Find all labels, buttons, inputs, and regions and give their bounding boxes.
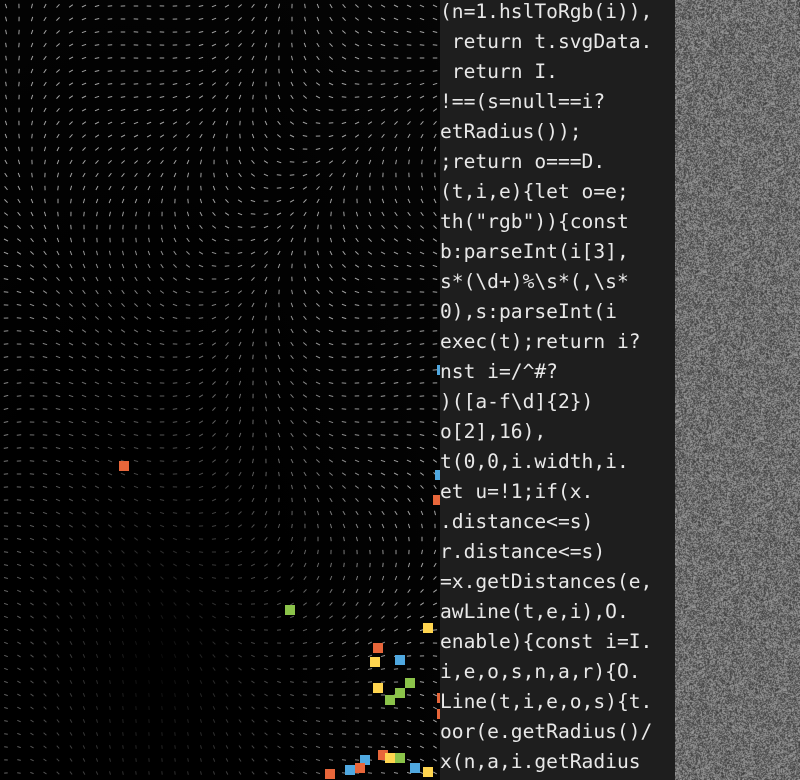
particle: [373, 643, 383, 653]
particle: [405, 678, 415, 688]
code-line: enable){const i=I.: [440, 630, 653, 653]
code-line: =x.getDistances(e,: [440, 570, 653, 593]
particle: [355, 763, 365, 773]
code-line: 0),s:parseInt(i: [440, 300, 617, 323]
code-line: oor(e.getRadius()/: [440, 720, 653, 743]
code-line: x(n,a,i.getRadius: [440, 750, 641, 773]
particle: [119, 461, 129, 471]
particle: [385, 753, 395, 763]
code-line: (t,i,e){let o=e;: [440, 180, 629, 203]
particle: [423, 623, 433, 633]
noise-texture: [675, 0, 800, 780]
code-line: et u=!1;if(x.: [440, 480, 594, 503]
static-noise-panel: [675, 0, 800, 780]
code-line: th("rgb")){const: [440, 210, 629, 233]
code-line: s*(\d+)%\s*(,\s*: [440, 270, 629, 293]
code-line: Line(t,i,e,o,s){t.: [440, 690, 653, 713]
code-line: (n=1.hslToRgb(i)),: [440, 0, 653, 23]
code-line: !==(s=null==i?: [440, 90, 606, 113]
particle: [385, 695, 395, 705]
particle: [395, 753, 405, 763]
particle: [285, 605, 295, 615]
code-line: r.distance<=s): [440, 540, 606, 563]
particle-canvas[interactable]: [0, 0, 446, 780]
particle: [370, 657, 380, 667]
code-line: ;return o===D.: [440, 150, 606, 173]
code-line: b:parseInt(i[3],: [440, 240, 629, 263]
code-line: awLine(t,e,i),O.: [440, 600, 629, 623]
particle: [410, 763, 420, 773]
minified-code-panel: (n=1.hslToRgb(i)), return t.svgData. ret…: [440, 0, 675, 780]
code-line: t(0,0,i.width,i.: [440, 450, 629, 473]
code-line: i,e,o,s,n,a,r){O.: [440, 660, 641, 683]
code-line: return I.: [440, 60, 558, 83]
particle: [395, 688, 405, 698]
code-line: )([a-f\d]{2}): [440, 390, 594, 413]
code-line: nst i=/^#?: [440, 360, 558, 383]
vector-field: [0, 0, 446, 780]
code-line: .distance<=s): [440, 510, 594, 533]
particle: [423, 767, 433, 777]
code-line: return t.svgData.: [440, 30, 653, 53]
code-line: etRadius());: [440, 120, 582, 143]
particle: [373, 683, 383, 693]
particle: [395, 655, 405, 665]
particle: [345, 765, 355, 775]
particle: [325, 769, 335, 779]
code-line: exec(t);return i?: [440, 330, 641, 353]
code-line: o[2],16),: [440, 420, 547, 443]
